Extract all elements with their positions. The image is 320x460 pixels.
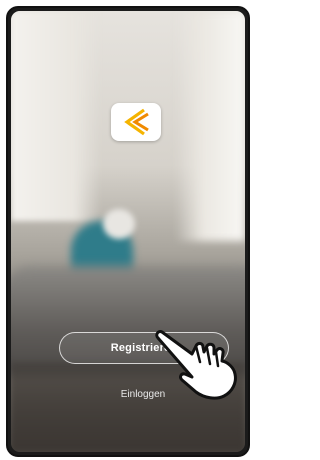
background-window xyxy=(11,11,101,221)
app-logo-icon xyxy=(111,103,161,141)
app-logo-chevrons-icon xyxy=(124,108,149,136)
background-light xyxy=(175,11,245,241)
background-dog xyxy=(103,209,135,239)
hand-pointer-icon xyxy=(155,330,237,400)
